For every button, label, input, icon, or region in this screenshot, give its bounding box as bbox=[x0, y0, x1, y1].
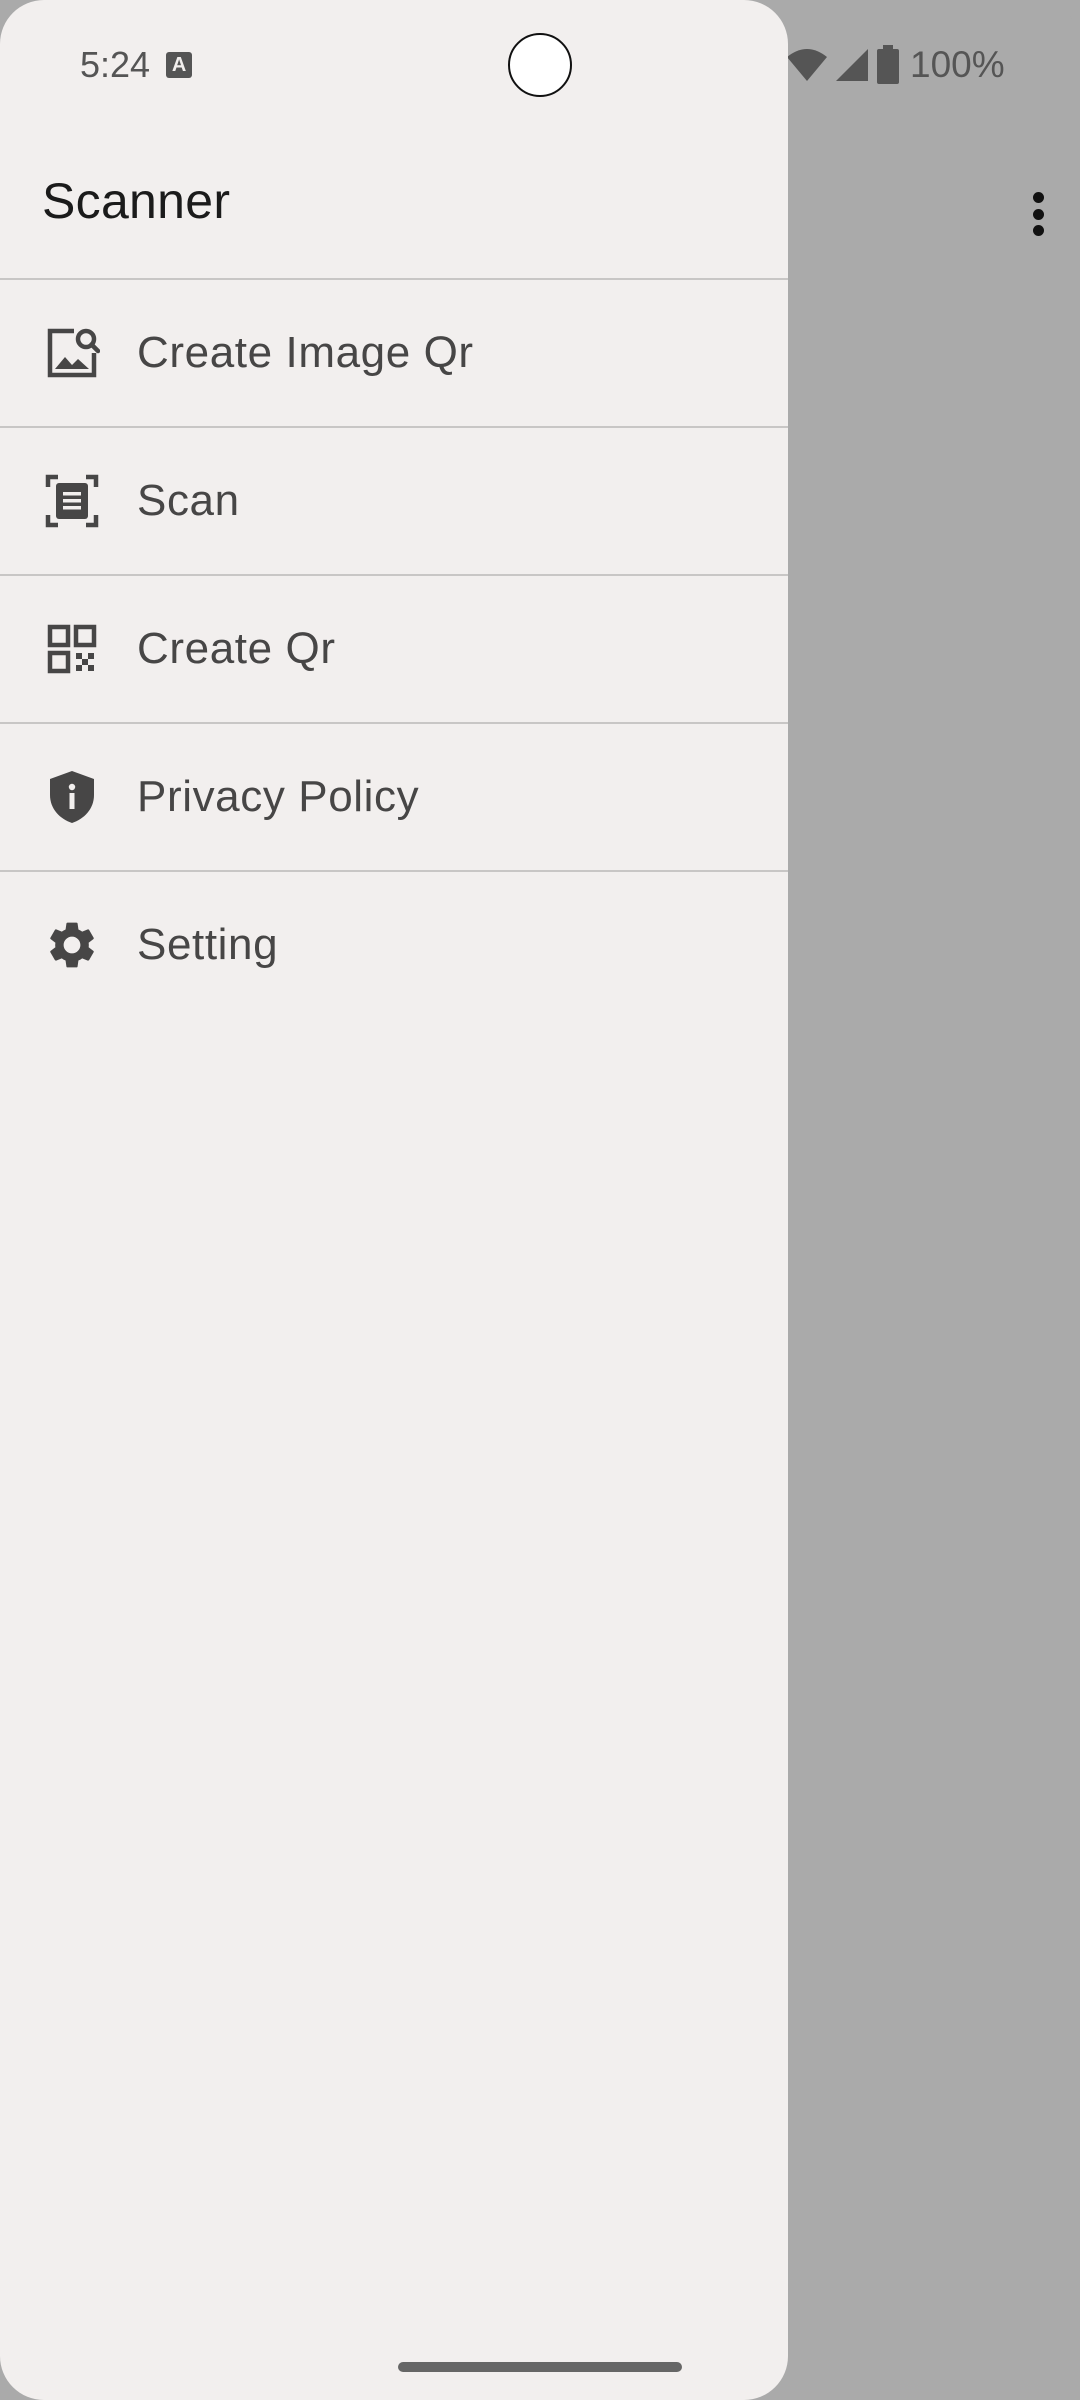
menu-item-label: Scan bbox=[137, 476, 240, 525]
gear-icon bbox=[44, 917, 100, 973]
wifi-icon bbox=[787, 49, 827, 81]
more-vert-icon[interactable] bbox=[1018, 186, 1058, 242]
menu-item-create-qr[interactable]: Create Qr bbox=[0, 574, 788, 722]
menu-item-label: Create Image Qr bbox=[137, 328, 474, 377]
cell-signal-icon bbox=[836, 49, 868, 81]
menu-item-label: Create Qr bbox=[137, 624, 336, 673]
menu-item-label: Privacy Policy bbox=[137, 772, 420, 821]
home-indicator[interactable] bbox=[398, 2362, 682, 2372]
keyboard-notification-icon: A bbox=[166, 52, 193, 78]
navigation-drawer: 5:24 A Scanner Create Image Qr Scan Crea… bbox=[0, 0, 788, 2400]
menu-item-privacy-policy[interactable]: Privacy Policy bbox=[0, 722, 788, 870]
screen: 100% 5:24 A Scanner Create Image Qr Scan… bbox=[0, 0, 1080, 2400]
drawer-menu: Create Image Qr Scan Create Qr Privacy P… bbox=[0, 278, 788, 1018]
menu-item-create-image-qr[interactable]: Create Image Qr bbox=[0, 278, 788, 426]
menu-item-setting[interactable]: Setting bbox=[0, 870, 788, 1018]
qr-code-icon bbox=[44, 621, 100, 677]
battery-icon bbox=[877, 45, 899, 84]
menu-item-label: Setting bbox=[137, 920, 279, 969]
battery-level: 100% bbox=[910, 44, 1005, 85]
drawer-title: Scanner bbox=[42, 173, 231, 229]
status-time-area: 5:24 A bbox=[80, 40, 193, 90]
menu-item-scan[interactable]: Scan bbox=[0, 426, 788, 574]
image-search-icon bbox=[44, 325, 100, 381]
status-time: 5:24 bbox=[80, 44, 151, 85]
shield-info-icon bbox=[44, 769, 100, 825]
document-scan-icon bbox=[44, 473, 100, 529]
status-icons: 100% bbox=[786, 40, 1005, 90]
front-camera-cutout bbox=[508, 33, 572, 97]
